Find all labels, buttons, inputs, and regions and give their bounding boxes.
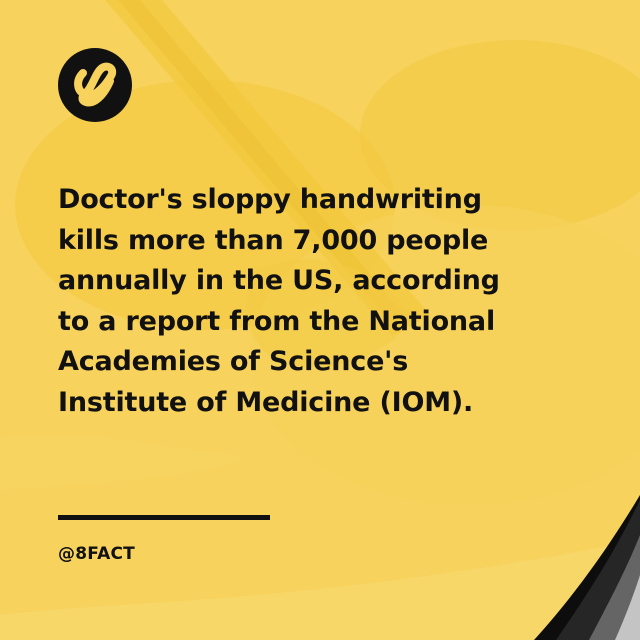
headline-line: annually in the US, according [58, 265, 500, 296]
logo-badge [58, 48, 132, 122]
fact-headline: Doctor's sloppy handwriting kills more t… [58, 180, 598, 423]
brand-handle: @8FACT [58, 544, 135, 564]
divider-bar [58, 515, 270, 520]
headline-line: Institute of Medicine (IOM). [58, 386, 474, 418]
headline-line: Academies of Science's [58, 346, 409, 377]
fact-card: Doctor's sloppy handwriting kills more t… [0, 0, 640, 640]
headline-line: to a report from the National [58, 305, 496, 337]
headline-line: kills more than 7,000 people [58, 224, 489, 256]
infinity-eight-icon [74, 62, 117, 107]
headline-line: Doctor's sloppy handwriting [58, 184, 482, 215]
